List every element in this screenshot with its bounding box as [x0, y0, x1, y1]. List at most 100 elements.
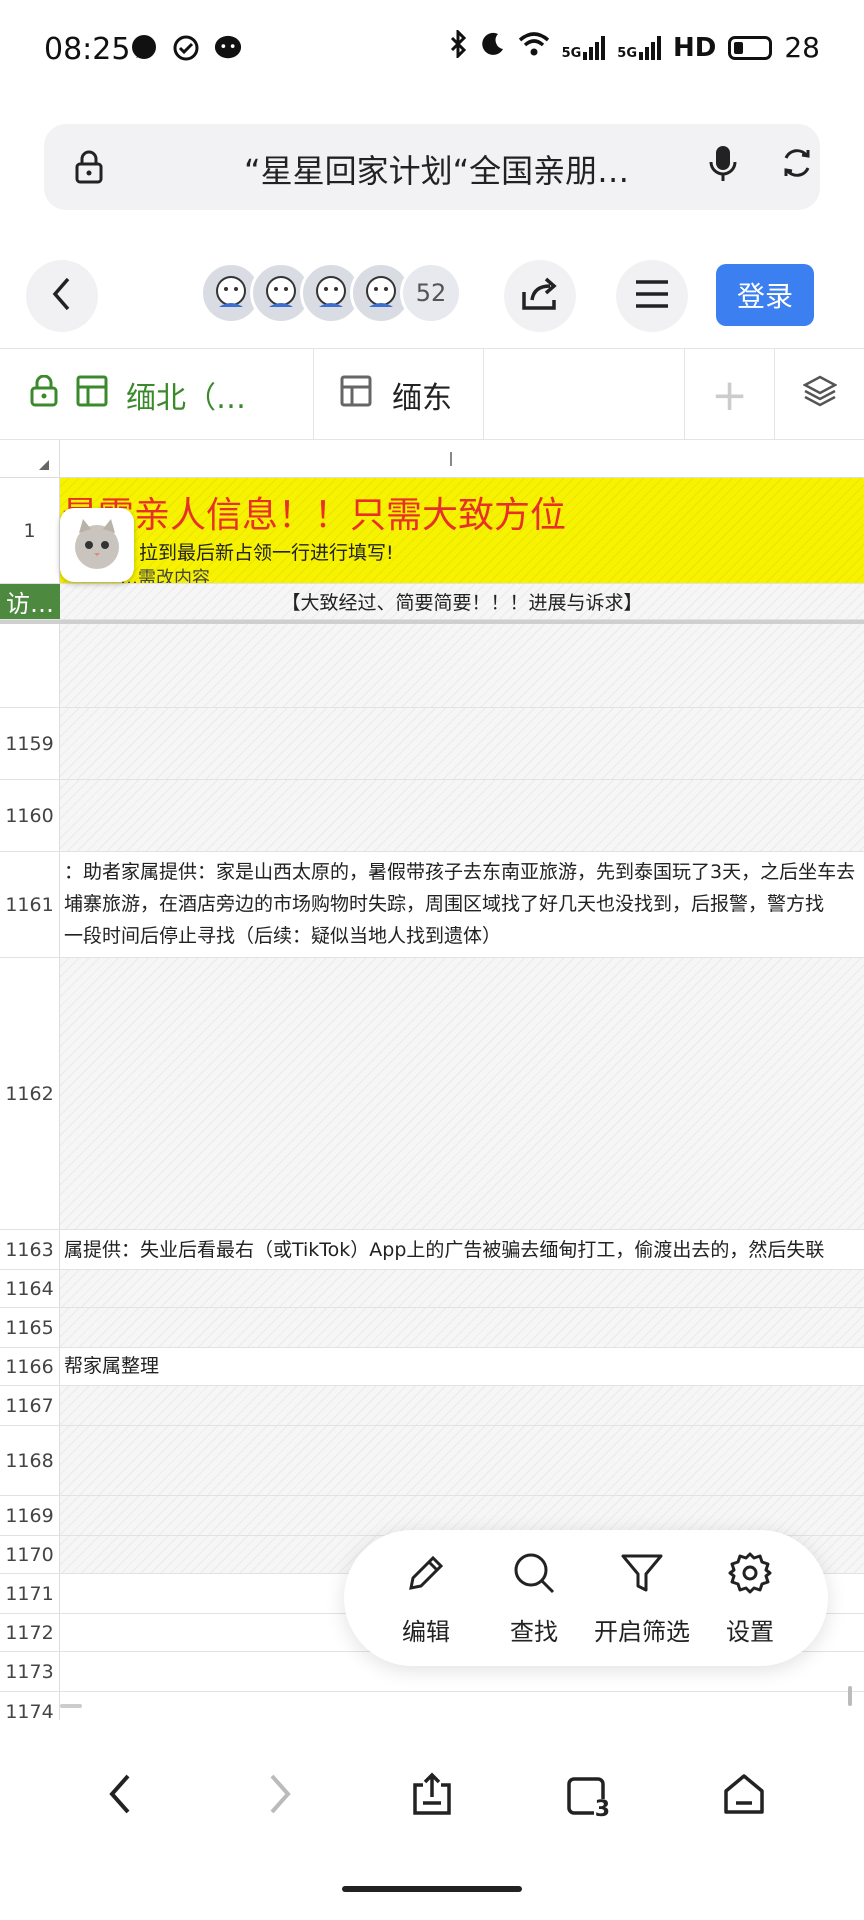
battery-icon — [728, 35, 773, 60]
login-button[interactable]: 登录 — [716, 264, 814, 326]
settings-button[interactable]: 设置 — [700, 1550, 800, 1647]
share-button[interactable] — [504, 260, 576, 332]
address-bar[interactable]: “星星回家计划“全国亲朋… — [44, 124, 820, 210]
url-text[interactable]: “星星回家计划“全国亲朋… — [244, 146, 694, 192]
user-avatar[interactable] — [60, 508, 134, 582]
status-system-icons: 5G 5G HD 28 — [448, 28, 820, 65]
nav-share-button[interactable] — [404, 1768, 460, 1824]
search-icon — [511, 1550, 557, 1602]
cell-text-line: 属提供：失业后看最右（或TikTok）App上的广告被骗去缅甸打工，偷渡出去的，… — [64, 1239, 825, 1261]
chevron-right-icon — [266, 1772, 294, 1820]
table-cell[interactable] — [60, 1308, 864, 1347]
table-cell[interactable] — [60, 1386, 864, 1425]
add-sheet-button[interactable]: + — [684, 349, 774, 441]
table-icon — [340, 375, 372, 415]
select-all-corner[interactable] — [0, 440, 60, 478]
row-number: 1160 — [0, 780, 60, 851]
participant-count[interactable]: 52 — [400, 262, 462, 324]
hd-indicator: HD — [673, 32, 717, 63]
table-cell[interactable] — [60, 624, 864, 707]
banner-title: 最需亲人信息！！只需大致方位 — [62, 495, 567, 536]
header-cell[interactable]: 【大致经过、简要简要！！！进展与诉求】 — [60, 584, 864, 619]
table-row[interactable]: 1160 — [0, 780, 864, 852]
table-row[interactable]: 1165 — [0, 1308, 864, 1348]
table-cell[interactable] — [60, 1270, 864, 1307]
edit-label: 编辑 — [402, 1618, 450, 1646]
table-row[interactable]: 1159 — [0, 708, 864, 780]
cell-text-line: 帮家属整理 — [64, 1355, 160, 1377]
column-label: 访… — [0, 584, 60, 619]
mic-icon[interactable] — [708, 144, 738, 188]
row-number: 1164 — [0, 1270, 60, 1307]
tabs-icon: 3 — [565, 1773, 611, 1822]
nav-forward-button[interactable] — [252, 1768, 308, 1824]
table-row[interactable]: 访… 【大致经过、简要简要！！！进展与诉求】 — [0, 584, 864, 620]
banner-cell[interactable]: 最需亲人信息！！只需大致方位 ！拉到最后新占领一行进行填写! …需改内容 — [60, 478, 864, 583]
status-time: 08:25 — [44, 32, 131, 67]
table-cell[interactable] — [60, 1426, 864, 1495]
filter-button[interactable]: 开启筛选 — [592, 1550, 692, 1647]
table-cell[interactable]: ：助者家属提供：家是山西太原的，暑假带孩子去东南亚旅游，先到泰国玩了3天，之后坐… — [60, 852, 864, 957]
row-number: 1173 — [0, 1652, 60, 1691]
row-number — [0, 624, 60, 707]
edit-button[interactable]: 编辑 — [376, 1550, 476, 1647]
table-row[interactable]: 1166 帮家属整理 — [0, 1348, 864, 1386]
nav-home-button[interactable] — [716, 1768, 772, 1824]
horizontal-scrollbar[interactable] — [60, 1704, 82, 1708]
table-cell[interactable] — [60, 958, 864, 1229]
table-row[interactable]: 1161 ：助者家属提供：家是山西太原的，暑假带孩子去东南亚旅游，先到泰国玩了3… — [0, 852, 864, 958]
table-cell[interactable]: 帮家属整理 — [60, 1348, 864, 1385]
vertical-scrollbar[interactable] — [848, 1686, 852, 1706]
lock-icon[interactable] — [74, 150, 104, 188]
table-row[interactable]: 1167 — [0, 1386, 864, 1426]
tab-count: 3 — [593, 1797, 611, 1822]
table-row[interactable] — [0, 624, 864, 708]
browser-bottom-nav: 3 — [0, 1740, 864, 1850]
spreadsheet-grid[interactable]: 1 最需亲人信息！！只需大致方位 ！拉到最后新占领一行进行填写! …需改内容 访… — [0, 440, 864, 1720]
refresh-icon[interactable] — [780, 146, 814, 184]
cell-text-line: ：助者家属提供：家是山西太原的，暑假带孩子去东南亚旅游，先到泰国玩了3天，之后坐… — [64, 861, 856, 883]
nav-tabs-button[interactable]: 3 — [560, 1768, 616, 1824]
chevron-left-icon — [106, 1772, 134, 1820]
table-row[interactable]: 1163 属提供：失业后看最右（或TikTok）App上的广告被骗去缅甸打工，偷… — [0, 1230, 864, 1270]
row-number: 1171 — [0, 1574, 60, 1613]
battery-level: 28 — [784, 31, 820, 64]
sheet-tabs: 缅北（… 缅东 + — [0, 348, 864, 441]
table-row[interactable]: 1162 — [0, 958, 864, 1230]
tab-sheet-1[interactable]: 缅北（… — [0, 349, 314, 441]
cell-text-line: 一段时间后停止寻找（后续：疑似当地人找到遗体） — [64, 925, 502, 947]
header-text: 【大致经过、简要简要！！！进展与诉求】 — [281, 592, 643, 614]
row-number: 1 — [0, 478, 60, 583]
share-tray-icon — [409, 1771, 455, 1821]
nav-back-button[interactable] — [92, 1768, 148, 1824]
column-marker — [450, 452, 452, 466]
sheet-list-button[interactable] — [774, 349, 864, 441]
table-cell[interactable]: 属提供：失业后看最右（或TikTok）App上的广告被骗去缅甸打工，偷渡出去的，… — [60, 1230, 864, 1269]
status-bar: 08:25 5G 5G HD 28 — [0, 0, 864, 100]
table-cell[interactable] — [60, 780, 864, 851]
table-row[interactable]: 1164 — [0, 1270, 864, 1308]
banner-subtitle: ！拉到最后新占领一行进行填写! — [120, 542, 394, 564]
wifi-icon — [518, 31, 550, 64]
collaborator-avatars[interactable]: 52 — [200, 262, 462, 330]
menu-button[interactable] — [616, 260, 688, 332]
cell-text-line: 埔寨旅游，在酒店旁边的市场购物时失踪，周围区域找了好几天也没找到，后报警，警方找 — [64, 893, 825, 915]
search-button[interactable]: 查找 — [484, 1550, 584, 1647]
hamburger-menu-icon — [634, 279, 670, 313]
message-icon — [214, 34, 242, 62]
table-row[interactable]: 1168 — [0, 1426, 864, 1496]
row-number: 1161 — [0, 852, 60, 957]
status-notification-icons — [130, 34, 242, 62]
table-row[interactable]: 1174 — [0, 1692, 864, 1720]
moon-icon — [480, 31, 506, 64]
row-number: 1163 — [0, 1230, 60, 1269]
settings-label: 设置 — [726, 1618, 774, 1646]
back-button[interactable] — [26, 260, 98, 332]
lock-icon — [30, 374, 58, 415]
row-number: 1172 — [0, 1614, 60, 1651]
table-cell[interactable] — [60, 708, 864, 779]
table-cell[interactable] — [60, 1692, 864, 1720]
home-indicator[interactable] — [342, 1886, 522, 1892]
tab-sheet-2[interactable]: 缅东 — [314, 349, 484, 441]
search-label: 查找 — [510, 1618, 558, 1646]
